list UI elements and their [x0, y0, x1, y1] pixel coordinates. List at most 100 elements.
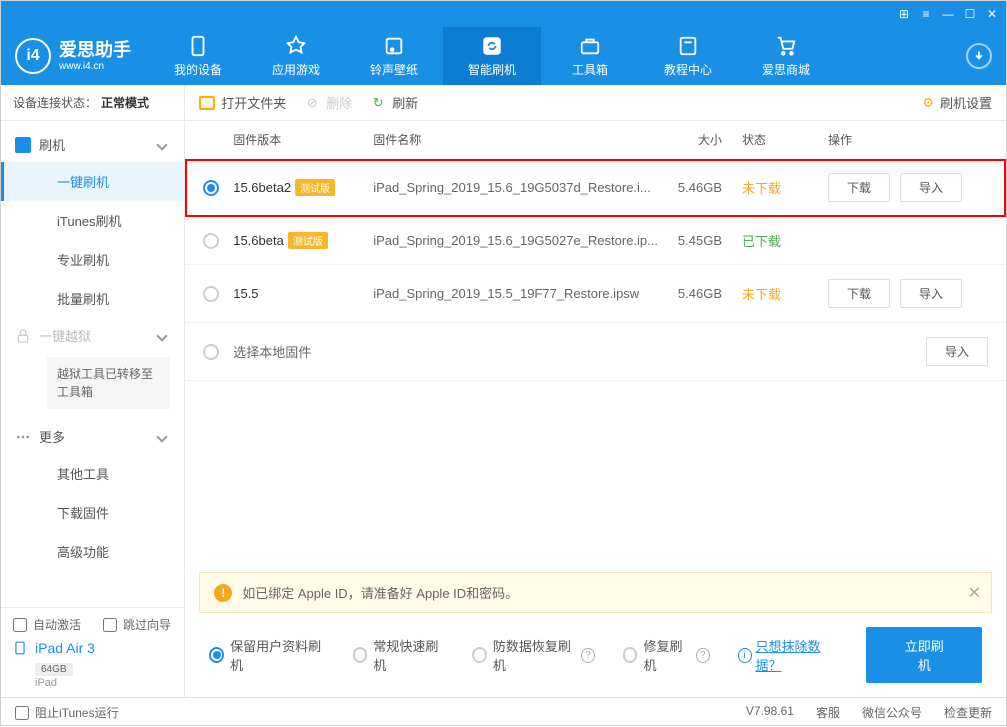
- nav-label: 工具箱: [572, 61, 608, 78]
- table-row[interactable]: 15.6beta测试版 iPad_Spring_2019_15.6_19G502…: [185, 217, 1006, 265]
- maximize-icon[interactable]: ☐: [964, 8, 976, 20]
- import-button[interactable]: 导入: [900, 173, 962, 202]
- nav-label: 我的设备: [174, 61, 222, 78]
- gear-icon: ⚙: [922, 95, 934, 111]
- group-label: 刷机: [39, 135, 65, 154]
- block-itunes-checkbox[interactable]: [15, 706, 29, 720]
- firmware-name: iPad_Spring_2019_15.6_19G5037d_Restore.i…: [373, 180, 658, 195]
- nav-label: 教程中心: [664, 61, 712, 78]
- more-icon: [15, 429, 31, 445]
- nav-label: 爱思商城: [762, 61, 810, 78]
- help-icon[interactable]: ?: [581, 648, 595, 663]
- sidebar-group-jailbreak: 一键越狱: [1, 318, 184, 353]
- logo-badge-icon: i4: [15, 38, 51, 74]
- tablet-icon: [13, 639, 27, 657]
- nav-my-device[interactable]: 我的设备: [149, 27, 247, 85]
- flash-icon: [15, 137, 31, 153]
- window-titlebar: ⊞ ≡ — ☐ ✕: [1, 1, 1006, 27]
- notice-text: 如已绑定 Apple ID，请准备好 Apple ID和密码。: [242, 583, 518, 602]
- app-title: 爱思助手: [59, 41, 131, 59]
- nav-smart-flash[interactable]: 智能刷机: [443, 27, 541, 85]
- minimize-icon[interactable]: —: [942, 8, 954, 20]
- chevron-down-icon: [157, 139, 168, 150]
- nav-apps-games[interactable]: 应用游戏: [247, 27, 345, 85]
- delete-icon: ⊘: [304, 95, 320, 111]
- table-header: 固件版本 固件名称 大小 状态 操作: [185, 121, 1006, 159]
- device-storage-badge: 64GB: [35, 663, 73, 676]
- folder-icon: [199, 96, 215, 110]
- firmware-status: 未下载: [742, 178, 828, 197]
- sidebar-item-pro-flash[interactable]: 专业刷机: [1, 240, 184, 279]
- sidebar-item-download-firmware[interactable]: 下载固件: [1, 493, 184, 532]
- radio-icon[interactable]: [203, 180, 219, 196]
- open-folder-button[interactable]: 打开文件夹: [199, 93, 286, 112]
- close-notice-button[interactable]: ✕: [968, 583, 981, 603]
- radio-icon[interactable]: [203, 286, 219, 302]
- cart-icon: [775, 35, 797, 57]
- radio-icon: [209, 647, 224, 663]
- table-row[interactable]: 15.6beta2测试版 iPad_Spring_2019_15.6_19G50…: [185, 159, 1006, 217]
- beta-badge: 测试版: [288, 232, 328, 249]
- radio-icon: [472, 647, 487, 663]
- sidebar-item-other-tools[interactable]: 其他工具: [1, 454, 184, 493]
- option-repair-flash[interactable]: 修复刷机 ?: [623, 636, 710, 674]
- skip-guide-checkbox[interactable]: [103, 618, 117, 632]
- close-icon[interactable]: ✕: [986, 8, 998, 20]
- sidebar-item-batch-flash[interactable]: 批量刷机: [1, 279, 184, 318]
- help-icon[interactable]: ?: [696, 648, 710, 663]
- radio-icon[interactable]: [203, 233, 219, 249]
- nav-tutorials[interactable]: 教程中心: [639, 27, 737, 85]
- sidebar-item-itunes-flash[interactable]: iTunes刷机: [1, 201, 184, 240]
- nav-ringtone-wallpaper[interactable]: 铃声壁纸: [345, 27, 443, 85]
- erase-data-link[interactable]: 只想抹除数据？: [756, 636, 839, 674]
- menu-icon[interactable]: ≡: [920, 8, 932, 20]
- device-info[interactable]: iPad Air 3: [13, 639, 172, 657]
- sidebar-item-advanced[interactable]: 高级功能: [1, 532, 184, 571]
- refresh-button[interactable]: ↻ 刷新: [370, 93, 418, 112]
- sidebar-item-oneclick-flash[interactable]: 一键刷机: [1, 162, 184, 201]
- flash-now-button[interactable]: 立即刷机: [866, 627, 982, 683]
- radio-icon[interactable]: [203, 344, 219, 360]
- radio-icon: [623, 647, 638, 663]
- import-button[interactable]: 导入: [900, 279, 962, 308]
- firmware-status: 已下载: [742, 231, 828, 250]
- download-button[interactable]: 下载: [828, 279, 890, 308]
- grid-icon[interactable]: ⊞: [898, 8, 910, 20]
- status-footer: 阻止iTunes运行 V7.98.61 客服 微信公众号 检查更新: [1, 697, 1006, 727]
- chevron-down-icon: [157, 330, 168, 341]
- option-keep-data[interactable]: 保留用户资料刷机: [209, 636, 324, 674]
- radio-icon: [353, 647, 368, 663]
- sidebar-group-more[interactable]: 更多: [1, 419, 184, 454]
- table-row[interactable]: 选择本地固件 导入: [185, 323, 1006, 381]
- option-anti-recovery[interactable]: 防数据恢复刷机 ?: [472, 636, 595, 674]
- option-normal-flash[interactable]: 常规快速刷机: [353, 636, 445, 674]
- music-icon: [383, 35, 405, 57]
- refresh-icon: ↻: [370, 95, 386, 111]
- app-header: i4 爱思助手 www.i4.cn 我的设备 应用游戏 铃声壁纸 智能刷机 工具…: [1, 27, 1006, 85]
- connection-status: 设备连接状态： 正常模式: [1, 85, 184, 121]
- wechat-link[interactable]: 微信公众号: [862, 704, 922, 721]
- download-indicator-icon[interactable]: [966, 43, 992, 69]
- sidebar-group-flash[interactable]: 刷机: [1, 127, 184, 162]
- header-name: 固件名称: [373, 131, 658, 148]
- version-label: V7.98.61: [746, 704, 794, 721]
- group-label: 一键越狱: [39, 326, 91, 345]
- customer-service-link[interactable]: 客服: [816, 704, 840, 721]
- table-row[interactable]: 15.5 iPad_Spring_2019_15.5_19F77_Restore…: [185, 265, 1006, 323]
- download-button[interactable]: 下载: [828, 173, 890, 202]
- sidebar: 设备连接状态： 正常模式 刷机 一键刷机 iTunes刷机 专业刷机 批量刷机 …: [1, 85, 185, 697]
- check-update-link[interactable]: 检查更新: [944, 704, 992, 721]
- info-icon: i: [738, 648, 752, 663]
- nav-store[interactable]: 爱思商城: [737, 27, 835, 85]
- content-toolbar: 打开文件夹 ⊘ 删除 ↻ 刷新 ⚙ 刷机设置: [185, 85, 1006, 121]
- nav-label: 铃声壁纸: [370, 61, 418, 78]
- import-button[interactable]: 导入: [926, 337, 988, 366]
- auto-activate-checkbox[interactable]: [13, 618, 27, 632]
- book-icon: [677, 35, 699, 57]
- warning-icon: !: [214, 584, 232, 602]
- nav-toolbox[interactable]: 工具箱: [541, 27, 639, 85]
- lock-icon: [15, 328, 31, 344]
- header-size: 大小: [658, 131, 742, 148]
- nav-label: 智能刷机: [468, 61, 516, 78]
- flash-settings-button[interactable]: ⚙ 刷机设置: [922, 93, 992, 112]
